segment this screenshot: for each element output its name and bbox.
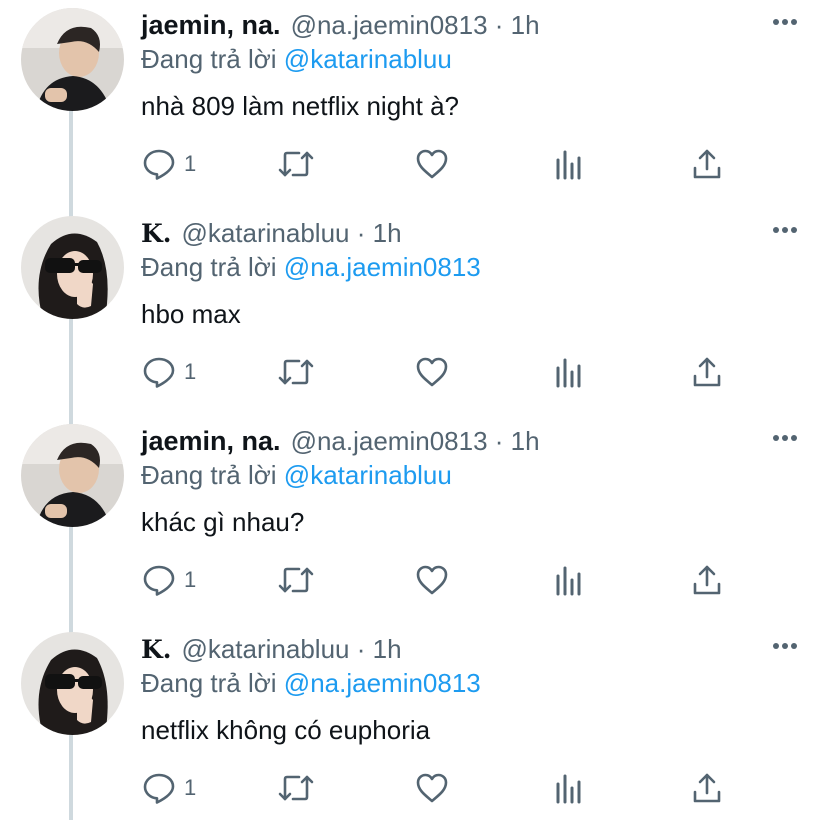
- share-icon: [693, 149, 721, 179]
- share-icon: [693, 357, 721, 387]
- tweet-text: netflix không có euphoria: [141, 715, 431, 745]
- display-name[interactable]: jaemin, na.: [141, 10, 281, 41]
- like-icon: [416, 773, 448, 803]
- analytics-button[interactable]: [554, 768, 584, 808]
- like-button[interactable]: [415, 768, 449, 808]
- tweet-text: khác gì nhau?: [141, 507, 305, 537]
- replying-to-label: Đang trả lời: [141, 252, 277, 282]
- tweet[interactable]: K. @katarinabluu · 1h Đang trả lời @na.j…: [0, 212, 828, 420]
- mention-link[interactable]: @na.jaemin0813: [284, 668, 481, 698]
- handle[interactable]: @na.jaemin0813: [291, 10, 488, 40]
- display-name[interactable]: K.: [141, 635, 171, 664]
- more-icon[interactable]: [772, 434, 798, 442]
- more-icon[interactable]: [772, 18, 798, 26]
- retweet-button[interactable]: [277, 560, 315, 600]
- retweet-button[interactable]: [277, 352, 315, 392]
- avatar[interactable]: [21, 216, 124, 319]
- timestamp[interactable]: 1h: [373, 218, 402, 248]
- like-button[interactable]: [415, 144, 449, 184]
- handle[interactable]: @katarinabluu: [181, 634, 349, 664]
- tweet-text: nhà 809 làm netflix night à?: [141, 91, 459, 121]
- reply-button[interactable]: 1: [142, 560, 196, 600]
- separator: ·: [494, 10, 504, 40]
- reply-count: 1: [184, 567, 197, 592]
- analytics-button[interactable]: [554, 560, 584, 600]
- share-button[interactable]: [692, 560, 722, 600]
- share-button[interactable]: [692, 768, 722, 808]
- like-icon: [416, 149, 448, 179]
- avatar[interactable]: [21, 632, 124, 735]
- handle[interactable]: @na.jaemin0813: [291, 426, 488, 456]
- retweet-button[interactable]: [277, 768, 315, 808]
- retweet-icon: [278, 567, 314, 593]
- retweet-icon: [278, 151, 314, 177]
- replying-to-label: Đang trả lời: [141, 460, 277, 490]
- tweet-actions: 1: [0, 768, 828, 808]
- reply-icon: [143, 565, 175, 596]
- share-icon: [693, 773, 721, 803]
- like-button[interactable]: [415, 352, 449, 392]
- reply-count: 1: [184, 775, 197, 800]
- tweet-text: hbo max: [141, 299, 241, 329]
- replying-to: Đang trả lời @katarinabluu: [141, 44, 452, 75]
- reply-icon: [143, 357, 175, 388]
- replying-to-label: Đang trả lời: [141, 668, 277, 698]
- reply-icon: [143, 773, 175, 804]
- share-icon: [693, 565, 721, 595]
- display-name[interactable]: K.: [141, 219, 171, 248]
- retweet-icon: [278, 775, 314, 801]
- more-icon[interactable]: [772, 226, 798, 234]
- analytics-icon: [556, 150, 581, 180]
- timestamp[interactable]: 1h: [511, 426, 540, 456]
- like-icon: [416, 357, 448, 387]
- timestamp[interactable]: 1h: [373, 634, 402, 664]
- reply-button[interactable]: 1: [142, 768, 196, 808]
- mention-link[interactable]: @katarinabluu: [284, 460, 452, 490]
- share-button[interactable]: [692, 144, 722, 184]
- tweet[interactable]: jaemin, na. @na.jaemin0813 · 1h Đang trả…: [0, 420, 828, 628]
- reply-icon: [143, 149, 175, 180]
- display-name[interactable]: jaemin, na.: [141, 426, 281, 457]
- replying-to-label: Đang trả lời: [141, 44, 277, 74]
- reply-button[interactable]: 1: [142, 352, 196, 392]
- tweet[interactable]: jaemin, na. @na.jaemin0813 · 1h Đang trả…: [0, 4, 828, 212]
- separator: ·: [494, 426, 504, 456]
- share-button[interactable]: [692, 352, 722, 392]
- separator: ·: [356, 634, 366, 664]
- mention-link[interactable]: @na.jaemin0813: [284, 252, 481, 282]
- reply-count: 1: [184, 151, 197, 176]
- reply-button[interactable]: 1: [142, 144, 196, 184]
- more-icon[interactable]: [772, 642, 798, 650]
- avatar[interactable]: [21, 424, 124, 527]
- replying-to: Đang trả lời @katarinabluu: [141, 460, 452, 491]
- timestamp[interactable]: 1h: [511, 10, 540, 40]
- analytics-button[interactable]: [554, 352, 584, 392]
- analytics-icon: [556, 358, 581, 388]
- analytics-button[interactable]: [554, 144, 584, 184]
- retweet-icon: [278, 359, 314, 385]
- tweet-actions: 1: [0, 144, 828, 184]
- mention-link[interactable]: @katarinabluu: [284, 44, 452, 74]
- replying-to: Đang trả lời @na.jaemin0813: [141, 668, 481, 699]
- tweet-actions: 1: [0, 352, 828, 392]
- tweet[interactable]: K. @katarinabluu · 1h Đang trả lời @na.j…: [0, 628, 828, 836]
- handle[interactable]: @katarinabluu: [181, 218, 349, 248]
- like-icon: [416, 565, 448, 595]
- separator: ·: [356, 218, 366, 248]
- analytics-icon: [556, 774, 581, 804]
- reply-count: 1: [184, 359, 197, 384]
- tweet-actions: 1: [0, 560, 828, 600]
- replying-to: Đang trả lời @na.jaemin0813: [141, 252, 481, 283]
- like-button[interactable]: [415, 560, 449, 600]
- avatar[interactable]: [21, 8, 124, 111]
- retweet-button[interactable]: [277, 144, 315, 184]
- analytics-icon: [556, 566, 581, 596]
